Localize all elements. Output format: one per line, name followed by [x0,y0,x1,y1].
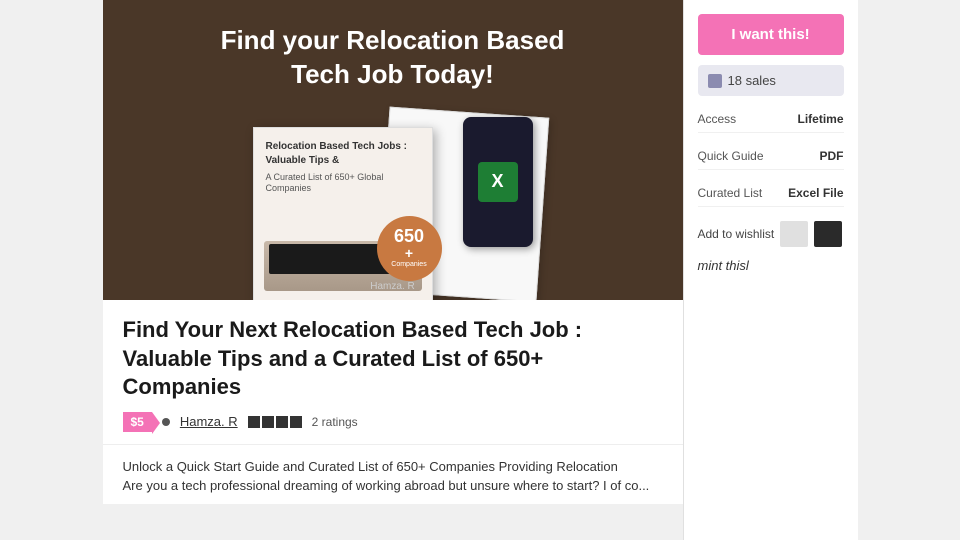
quick-guide-row: Quick Guide PDF [698,143,844,170]
description-line1: Unlock a Quick Start Guide and Curated L… [123,457,663,477]
author-credit: Hamza. R [370,281,414,292]
star-rating [248,416,302,428]
curated-list-value: Excel File [788,186,843,200]
curated-list-label: Curated List [698,186,763,200]
product-title: Find Your Next Relocation Based Tech Job… [123,316,663,402]
wishlist-row: Add to wishlist [698,221,844,247]
price-badge: $5 [123,412,152,432]
sales-icon [708,74,722,88]
wishlist-btn-dark[interactable] [814,221,842,247]
access-value: Lifetime [797,112,843,126]
author-name[interactable]: Hamza. R [180,414,238,429]
access-label: Access [698,112,737,126]
badge-number: 650 [394,227,424,245]
ratings-count: 2 ratings [312,415,358,429]
badge-plus: + [405,245,413,261]
access-row: Access Lifetime [698,106,844,133]
quick-guide-label: Quick Guide [698,149,764,163]
curated-list-row: Curated List Excel File [698,180,844,207]
wishlist-btn-light[interactable] [780,221,808,247]
book-cover: Relocation Based Tech Jobs : Valuable Ti… [253,127,433,300]
hero-section: Find your Relocation Based Tech Job Toda… [103,0,683,300]
content-section: Find Your Next Relocation Based Tech Job… [103,300,683,445]
star-4 [290,416,302,428]
badge-text: Companies [391,261,426,269]
hero-title: Find your Relocation Based Tech Job Toda… [221,24,565,92]
badge-circle: 650 + Companies [377,216,442,281]
book-cover-title: Relocation Based Tech Jobs : Valuable Ti… [266,140,420,168]
book-cover-subtitle: A Curated List of 650+ Global Companies [266,172,420,195]
mint-text: mint thisl [698,258,749,273]
description-line2: Are you a tech professional dreaming of … [123,476,663,496]
star-1 [248,416,260,428]
sales-count: 18 sales [728,73,776,88]
excel-icon: X [478,162,518,202]
author-dot-icon [162,418,170,426]
star-2 [262,416,274,428]
page-container: Find your Relocation Based Tech Job Toda… [0,0,960,540]
device: X [463,117,533,247]
sales-badge: 18 sales [698,65,844,96]
want-button[interactable]: I want this! [698,14,844,55]
wishlist-label: Add to wishlist [698,227,775,241]
hero-title-line1: Find your Relocation Based [221,25,565,55]
sidebar: I want this! 18 sales Access Lifetime Qu… [683,0,858,540]
product-card: Find your Relocation Based Tech Job Toda… [103,0,683,504]
quick-guide-value: PDF [820,149,844,163]
description-section: Unlock a Quick Start Guide and Curated L… [103,445,683,504]
meta-row: $5 Hamza. R 2 ratings [123,412,663,432]
book-display: Relocation Based Tech Jobs : Valuable Ti… [233,107,553,300]
mint-text-container: mint thisl [698,257,844,275]
star-3 [276,416,288,428]
hero-title-line2: Tech Job Today! [291,59,494,89]
